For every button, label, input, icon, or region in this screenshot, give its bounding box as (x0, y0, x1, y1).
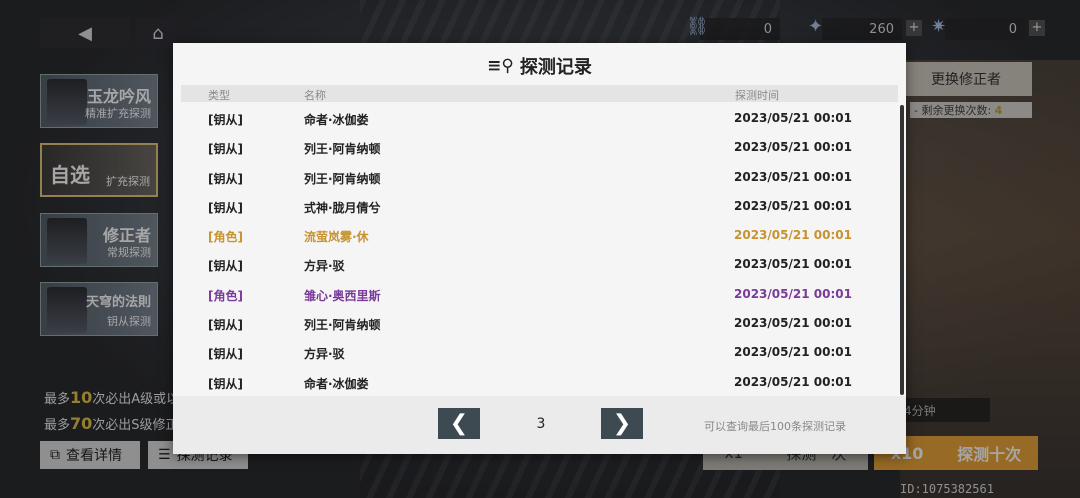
record-type: [钥从] (208, 113, 243, 127)
record-time: 2023/05/21 00:01 (734, 374, 852, 389)
page-number: 3 (536, 416, 546, 432)
record-limit-note: 可以查询最后100条探测记录 (704, 420, 846, 433)
record-type: [钥从] (208, 376, 243, 391)
record-name: 命者·冰伽娄 (304, 113, 369, 127)
record-type: [钥从] (208, 142, 243, 157)
probe-record-modal: ≡⚲ 探测记录 类型 名称 探测时间 [钥从] 命者·冰伽娄 2023/05/21 … (173, 43, 906, 454)
modal-title-text: 探测记录 (519, 57, 592, 78)
record-time: 2023/05/21 00:01 (734, 286, 852, 301)
prev-page-button[interactable]: ❮ (438, 408, 480, 439)
header-time: 探测时间 (735, 89, 779, 102)
record-type: [角色] (208, 230, 243, 245)
record-type: [钥从] (208, 200, 243, 215)
next-page-button[interactable]: ❯ (601, 408, 643, 439)
scrollbar[interactable] (900, 105, 904, 395)
record-name: 命者·冰伽娄 (304, 376, 369, 391)
header-type: 类型 (208, 89, 230, 102)
record-type: [角色] (208, 288, 243, 303)
record-name: 流萤岚雾·休 (304, 230, 369, 245)
record-row: [钥从] 式神·胧月倩兮 2023/05/21 00:01 (181, 191, 898, 220)
record-row: [钥从] 列王·阿肯纳顿 2023/05/21 00:01 (181, 308, 898, 337)
record-type: [钥从] (208, 318, 243, 333)
record-time: 2023/05/21 00:01 (734, 228, 852, 243)
record-name: 雏心·奥西里斯 (304, 288, 381, 303)
record-time: 2023/05/21 00:01 (734, 140, 852, 155)
record-type: [钥从] (208, 171, 243, 186)
record-row: [钥从] 命者·冰伽娄 2023/05/21 00:01 (181, 367, 898, 396)
record-time: 2023/05/21 00:01 (734, 257, 852, 272)
record-row: [钥从] 方异·驳 2023/05/21 00:01 (181, 249, 898, 278)
record-row: [角色] 雏心·奥西里斯 2023/05/21 00:01 (181, 279, 898, 308)
record-name: 列王·阿肯纳顿 (304, 171, 381, 186)
record-time: 2023/05/21 00:01 (734, 169, 852, 184)
record-row: [钥从] 命者·冰伽娄 2023/05/21 00:01 (181, 103, 898, 132)
record-name: 方异·驳 (304, 259, 345, 274)
record-name: 方异·驳 (304, 347, 345, 362)
record-time: 2023/05/21 00:01 (734, 316, 852, 331)
record-name: 列王·阿肯纳顿 (304, 318, 381, 333)
record-row: [钥从] 方异·驳 2023/05/21 00:01 (181, 337, 898, 366)
record-list[interactable]: [钥从] 命者·冰伽娄 2023/05/21 00:01 [钥从] 列王·阿肯纳顿 202… (181, 103, 898, 396)
modal-title: ≡⚲ 探测记录 (173, 51, 906, 81)
record-row: [钥从] 列王·阿肯纳顿 2023/05/21 00:01 (181, 162, 898, 191)
record-name: 列王·阿肯纳顿 (304, 142, 381, 157)
pagination: ❮ 3 ❯ 可以查询最后100条探测记录 (173, 396, 906, 454)
record-time: 2023/05/21 00:01 (734, 198, 852, 213)
record-type: [钥从] (208, 259, 243, 274)
record-name: 式神·胧月倩兮 (304, 200, 381, 215)
record-search-icon: ≡⚲ (487, 56, 514, 76)
header-name: 名称 (304, 89, 326, 102)
record-time: 2023/05/21 00:01 (734, 345, 852, 360)
record-type: [钥从] (208, 347, 243, 362)
record-row: [角色] 流萤岚雾·休 2023/05/21 00:01 (181, 220, 898, 249)
record-time: 2023/05/21 00:01 (734, 111, 852, 125)
table-header: 类型 名称 探测时间 (181, 85, 898, 102)
record-row: [钥从] 列王·阿肯纳顿 2023/05/21 00:01 (181, 132, 898, 161)
